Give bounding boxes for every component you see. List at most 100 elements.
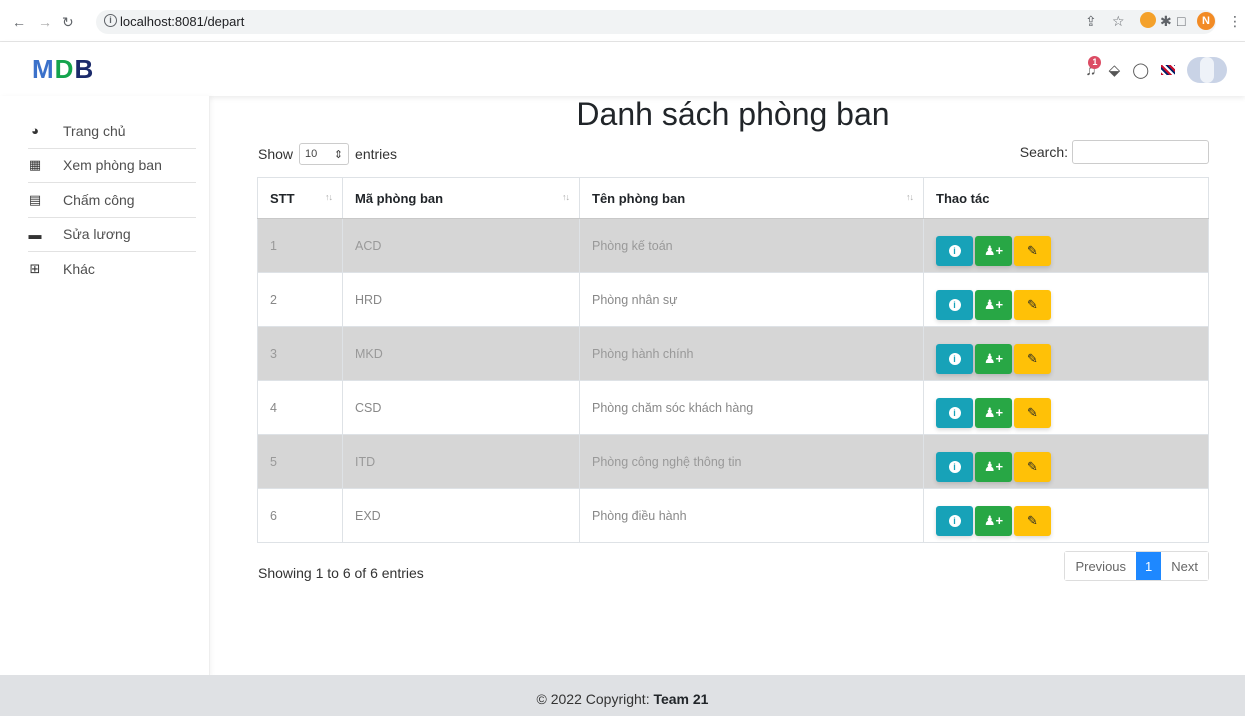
user-plus-icon: ♟+ (983, 512, 1004, 528)
edit-button[interactable]: ✎ (1014, 451, 1051, 482)
column-header-name[interactable]: Tên phòng ban ↑↓ (579, 177, 924, 219)
table-row: 4 CSD Phòng chăm sóc khách hàng i ♟+ ✎ (257, 380, 1209, 435)
notification-badge: 1 (1088, 55, 1102, 69)
sidebar-menu: ◕ Trang chủ ▦ Xem phòng ban ▤ Chấm công … (28, 114, 196, 287)
view-detail-button[interactable]: i (936, 451, 973, 482)
cell-name: Phòng điều hành (579, 488, 924, 543)
column-header-stt[interactable]: STT ↑↓ (257, 177, 343, 219)
cell-code: ACD (342, 218, 580, 273)
table-row: 6 EXD Phòng điều hành i ♟+ ✎ (257, 488, 1209, 543)
pagination-next[interactable]: Next (1161, 552, 1208, 580)
back-icon[interactable]: ← (12, 14, 26, 30)
search-label: Search: (1019, 144, 1068, 160)
add-user-button[interactable]: ♟+ (975, 505, 1012, 536)
add-user-button[interactable]: ♟+ (975, 289, 1012, 320)
uk-flag-icon[interactable] (1161, 65, 1175, 75)
info-circle-icon: i (948, 244, 961, 257)
bookmark-star-icon[interactable]: ☆ (1112, 13, 1125, 30)
show-label: Show (258, 146, 294, 162)
brand-logo[interactable]: MDB (32, 54, 94, 85)
sort-icon: ↑↓ (906, 192, 914, 202)
cell-actions: i ♟+ ✎ (923, 272, 1209, 327)
add-user-button[interactable]: ♟+ (975, 451, 1012, 482)
column-header-code[interactable]: Mã phòng ban ↑↓ (342, 177, 580, 219)
site-info-icon[interactable]: i (104, 14, 117, 27)
cell-name: Phòng công nghệ thông tin (579, 434, 924, 489)
edit-icon: ✎ (1027, 296, 1038, 312)
info-circle-icon: i (948, 352, 961, 365)
edit-button[interactable]: ✎ (1014, 289, 1051, 320)
sort-icon: ↑↓ (562, 192, 570, 202)
view-detail-button[interactable]: i (936, 289, 973, 320)
table-info: Showing 1 to 6 of 6 entries (258, 565, 424, 581)
sidebar-item-label: Sửa lương (63, 226, 131, 243)
edit-icon: ✎ (1027, 512, 1038, 528)
view-detail-button[interactable]: i (936, 343, 973, 374)
dashboard-icon: ◕ (31, 123, 39, 139)
sidebar-item-khac[interactable]: ⊞ Khác (28, 252, 196, 287)
cell-actions: i ♟+ ✎ (923, 434, 1209, 489)
side-panel-icon[interactable]: □ (1177, 13, 1185, 29)
pagination-page-1[interactable]: 1 (1136, 552, 1162, 580)
search-input[interactable] (1072, 140, 1209, 164)
info-circle-icon: i (948, 298, 961, 311)
github-icon[interactable]: ◯ (1132, 61, 1149, 79)
forward-icon[interactable]: → (38, 14, 52, 30)
sort-icon: ↑↓ (325, 192, 333, 202)
table-icon: ⊞ (29, 261, 41, 277)
table-search: Search: (1020, 140, 1209, 164)
view-detail-button[interactable]: i (936, 235, 973, 266)
user-plus-icon: ♟+ (983, 404, 1004, 420)
footer-copyright: © 2022 Copyright: (536, 691, 654, 707)
entries-length-select[interactable]: 10 ⇕ (299, 143, 350, 165)
pagination-previous[interactable]: Previous (1065, 552, 1137, 580)
notification-bell-icon[interactable]: ♫ 1 (1085, 55, 1102, 79)
address-bar-url[interactable]: localhost:8081/depart (120, 14, 244, 29)
view-detail-button[interactable]: i (936, 397, 973, 428)
cell-code: ITD (342, 434, 580, 489)
footer-team: Team 21 (653, 691, 709, 707)
extension-icon[interactable] (1140, 12, 1156, 28)
table-row: 2 HRD Phòng nhân sự i ♟+ ✎ (257, 272, 1209, 327)
cell-name: Phòng hành chính (579, 326, 924, 381)
extensions-puzzle-icon[interactable]: ✱ (1160, 13, 1172, 30)
table-row: 3 MKD Phòng hành chính i ♟+ ✎ (257, 326, 1209, 381)
info-circle-icon: i (948, 460, 961, 473)
cell-name: Phòng chăm sóc khách hàng (579, 380, 924, 435)
edit-button[interactable]: ✎ (1014, 397, 1051, 428)
sidebar-item-trang-chu[interactable]: ◕ Trang chủ (28, 114, 196, 149)
building-icon: ▦ (28, 157, 42, 173)
sidebar-item-label: Khác (63, 261, 95, 278)
cell-code: HRD (342, 272, 580, 327)
add-user-button[interactable]: ♟+ (975, 397, 1012, 428)
view-detail-button[interactable]: i (936, 505, 973, 536)
address-bar[interactable] (96, 10, 1216, 34)
edit-button[interactable]: ✎ (1014, 343, 1051, 374)
reload-icon[interactable]: ↻ (62, 14, 74, 31)
profile-avatar[interactable]: N (1197, 12, 1215, 30)
paint-bucket-icon[interactable]: ⬙ (1109, 61, 1121, 79)
cell-name: Phòng nhân sự (579, 272, 924, 327)
user-avatar[interactable] (1187, 57, 1227, 83)
entries-label: entries (355, 146, 398, 162)
sidebar-item-xem-phong-ban[interactable]: ▦ Xem phòng ban (28, 149, 196, 183)
cell-name: Phòng kế toán (579, 218, 924, 273)
edit-icon: ✎ (1027, 404, 1038, 420)
browser-menu-icon[interactable]: ⋮ (1228, 13, 1242, 30)
add-user-button[interactable]: ♟+ (975, 235, 1012, 266)
user-plus-icon: ♟+ (983, 458, 1004, 474)
add-user-button[interactable]: ♟+ (975, 343, 1012, 374)
table-row: 5 ITD Phòng công nghệ thông tin i ♟+ ✎ (257, 434, 1209, 489)
sidebar-item-label: Trang chủ (63, 122, 126, 139)
sidebar-item-label: Chấm công (63, 191, 135, 208)
edit-button[interactable]: ✎ (1014, 505, 1051, 536)
edit-button[interactable]: ✎ (1014, 235, 1051, 266)
share-icon[interactable]: ⇪ (1085, 13, 1097, 30)
sidebar-item-sua-luong[interactable]: ▬ Sửa lương (28, 218, 196, 252)
table-row: 1 ACD Phòng kế toán i ♟+ ✎ (257, 218, 1209, 273)
cell-stt: 5 (257, 434, 343, 489)
cell-actions: i ♟+ ✎ (923, 218, 1209, 273)
page-title: Danh sách phòng ban (576, 96, 890, 132)
sidebar-item-cham-cong[interactable]: ▤ Chấm công (28, 183, 196, 218)
select-arrows-icon: ⇕ (333, 148, 344, 161)
